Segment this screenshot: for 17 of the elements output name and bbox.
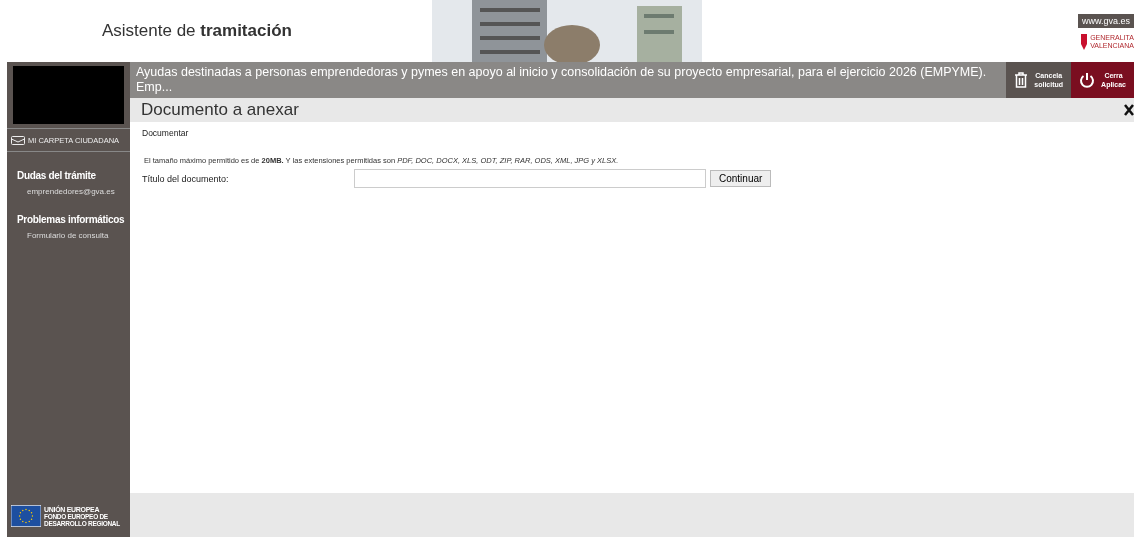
field-label: Título del documento:	[142, 173, 230, 184]
crest-icon	[1080, 34, 1089, 50]
trash-icon	[1014, 72, 1029, 88]
continue-button[interactable]: Continuar	[710, 170, 772, 187]
title-input[interactable]	[354, 169, 706, 188]
power-icon	[1079, 72, 1096, 88]
site-link[interactable]: www.gva.es	[1077, 14, 1134, 28]
sidebar-link[interactable]: Formulario de consulta	[27, 231, 130, 240]
sidebar-heading: Problemas informáticos	[17, 214, 126, 225]
section-label: Documentar	[142, 128, 190, 138]
page-title: Documento a anexar	[141, 100, 299, 120]
procedure-title: Ayudas destinadas a personas emprendedoras y pymes en apoyo al inicio y consolidación de su proyecto empresarial, para el ejercicio 2026 (EMPYME). Emp...	[135, 64, 988, 96]
eu-flag-icon	[11, 505, 41, 527]
close-icon[interactable]	[1124, 104, 1134, 116]
sidebar-link[interactable]: emprendedores@gva.es	[27, 187, 130, 196]
sidebar-heading: Dudas del trámite	[17, 170, 97, 181]
app-title: Asistente de tramitación	[102, 21, 293, 41]
